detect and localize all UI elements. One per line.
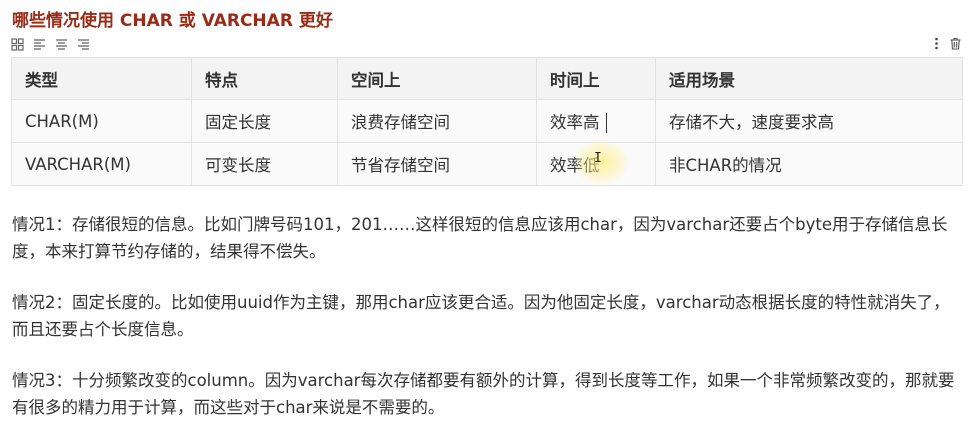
- text-cursor-icon: I: [594, 151, 602, 166]
- table-cell[interactable]: 非CHAR的情况: [655, 142, 963, 186]
- page-title: 哪些情况使用 CHAR 或 VARCHAR 更好: [12, 11, 333, 31]
- table-actions: [930, 35, 962, 50]
- comparison-table: 类型 特点 空间上 时间上 适用场景 CHAR(M) 固定长度 浪费存储空间 效…: [11, 57, 963, 186]
- table-cell[interactable]: 浪费存储空间: [337, 99, 537, 143]
- paragraph-case-2: 情况2：固定长度的。比如使用uuid作为主键，那用char应该更合适。因为他固定…: [12, 293, 950, 339]
- table-toolbar: [11, 36, 90, 51]
- table-row: VARCHAR(M) 可变长度 节省存储空间 效率低 非CHAR的情况: [11, 142, 963, 186]
- header-scenario: 适用场景: [655, 57, 963, 100]
- align-center-icon[interactable]: [55, 36, 68, 50]
- table-cell[interactable]: VARCHAR(M): [11, 142, 192, 186]
- trash-icon[interactable]: [949, 35, 962, 50]
- table-cell[interactable]: 存储不大，速度要求高: [655, 99, 963, 143]
- paragraph-case-1: 情况1：存储很短的信息。比如门牌号码101，201……这样很短的信息应该用cha…: [12, 215, 948, 261]
- align-left-icon[interactable]: [33, 36, 46, 50]
- table-cell[interactable]: CHAR(M): [11, 99, 192, 143]
- align-right-icon[interactable]: [77, 36, 90, 50]
- table-cell[interactable]: 效率高: [536, 99, 656, 143]
- grid-icon[interactable]: [11, 36, 24, 51]
- header-time: 时间上: [536, 57, 656, 100]
- header-feature: 特点: [191, 57, 338, 100]
- text-caret: [606, 113, 607, 133]
- table-row: CHAR(M) 固定长度 浪费存储空间 效率高 存储不大，速度要求高: [11, 99, 963, 143]
- header-space: 空间上: [337, 57, 537, 100]
- paragraph-case-3: 情况3：十分频繁改变的column。因为varchar每次存储都要有额外的计算，…: [12, 371, 955, 417]
- table-header-row: 类型 特点 空间上 时间上 适用场景: [11, 57, 963, 100]
- more-vertical-icon[interactable]: [930, 35, 943, 50]
- table-cell[interactable]: 节省存储空间: [337, 142, 537, 186]
- table-cell[interactable]: 固定长度: [191, 99, 338, 143]
- header-type: 类型: [11, 57, 192, 100]
- table-cell[interactable]: 可变长度: [191, 142, 338, 186]
